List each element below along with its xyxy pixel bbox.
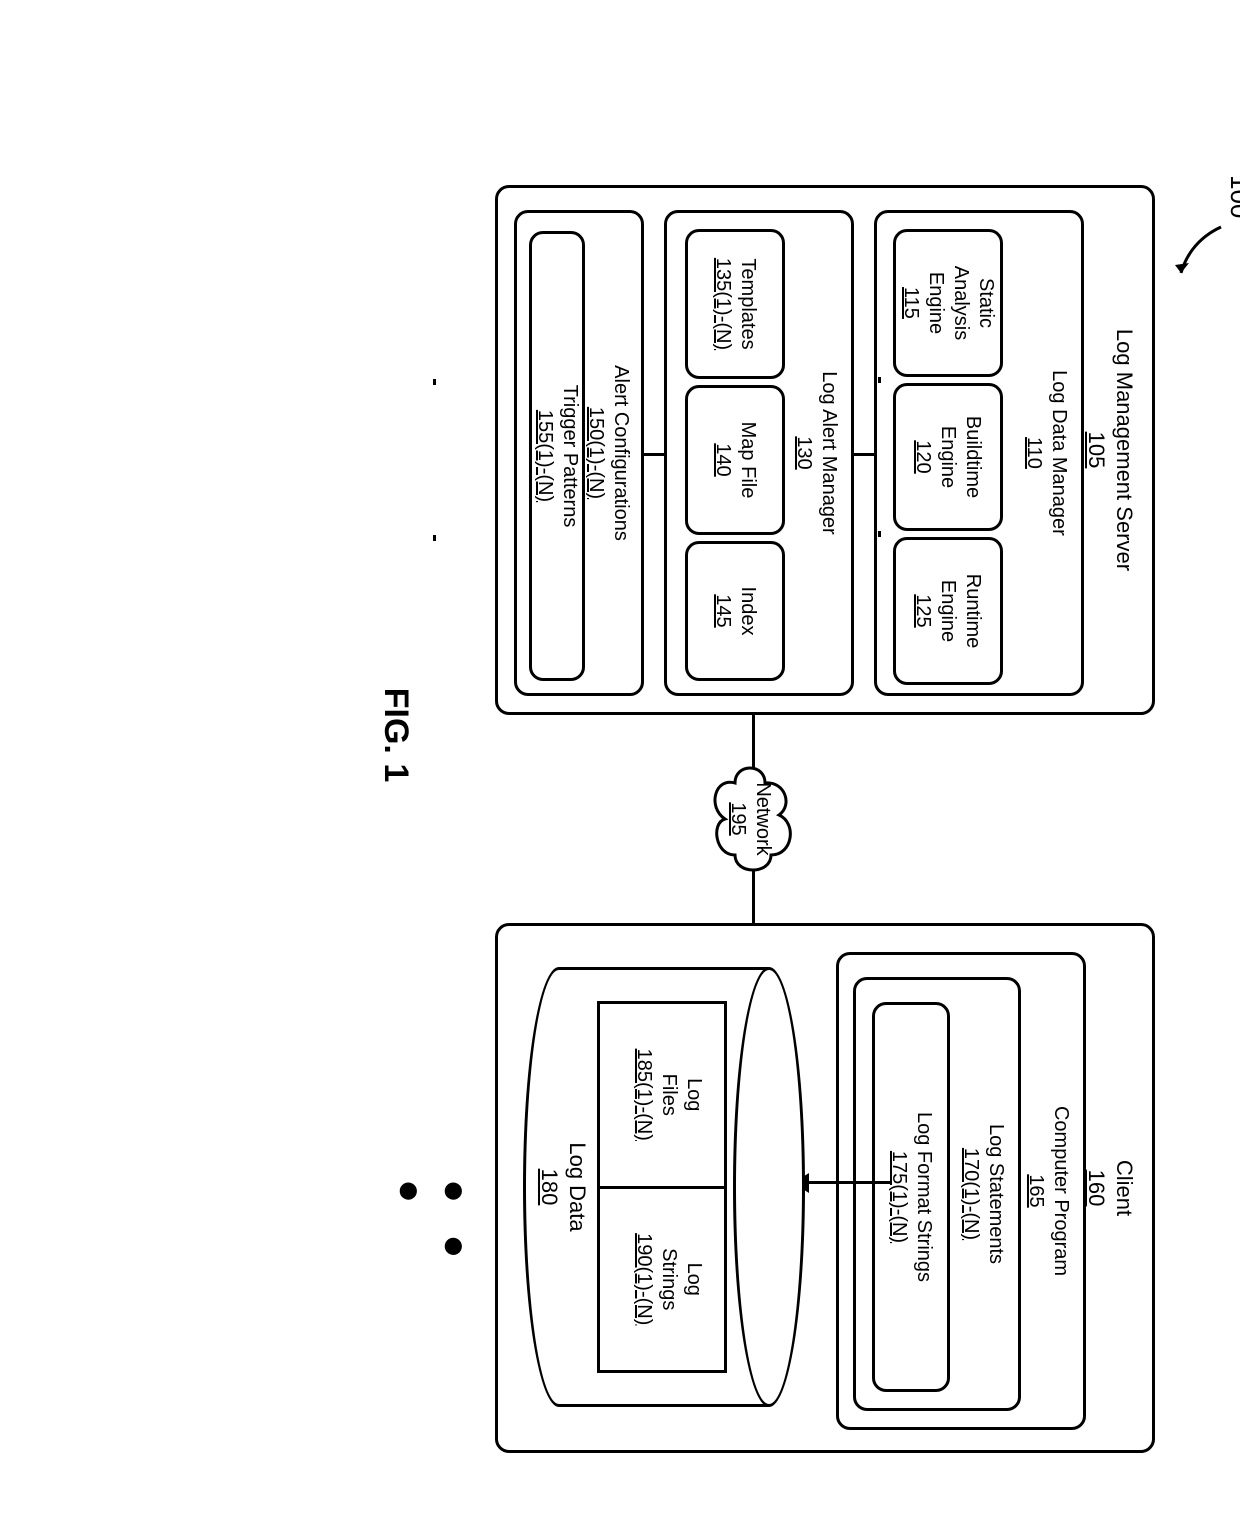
tmpl-ref: 135(1)-(N)	[710, 258, 735, 350]
log-management-server: Log Management Server 105 Log Data Manag…	[495, 185, 1155, 715]
log-alert-manager: Log Alert Manager 130 Templates 135(1)-(…	[664, 210, 854, 696]
connector	[878, 531, 881, 537]
log-data-store: Log Files 185(1)-(N) Log Strings 190(1)-…	[525, 967, 805, 1407]
connector	[433, 379, 436, 385]
diagram-canvas: 100 Log Management Server 105 Log Data M…	[0, 185, 1240, 1285]
log-format-strings: Log Format Strings 175(1)-(N)	[872, 1002, 950, 1392]
lstr-l1: Log	[681, 1189, 706, 1371]
connector	[644, 453, 664, 456]
ls-title: Log Statements	[983, 980, 1008, 1408]
map-file: Map File 140	[685, 385, 785, 535]
lf-ref: 185(1)-(N)	[631, 1004, 656, 1186]
lfs-ref: 175(1)-(N)	[886, 1151, 911, 1243]
network-title: Network	[750, 763, 775, 875]
ls-ref: 170(1)-(N)	[958, 980, 983, 1408]
computer-program: Computer Program 165 Log Statements 170(…	[836, 952, 1086, 1430]
ac-title: Alert Configurations	[608, 213, 633, 693]
ac-ref: 150(1)-(N)	[583, 213, 608, 693]
hook-arrow	[1165, 219, 1225, 279]
tmpl-l1: Templates	[735, 258, 760, 349]
ldm-ref: 110	[1021, 213, 1046, 693]
buildtime-engine: Buildtime Engine 120	[893, 383, 1003, 531]
bte-ref: 120	[911, 440, 936, 473]
runtime-engine: Runtime Engine 125	[893, 537, 1003, 685]
sae-l1: Static	[973, 278, 998, 328]
figure-ref-100: 100	[1224, 175, 1240, 218]
log-files: Log Files 185(1)-(N)	[597, 1001, 727, 1189]
lstr-l2: Strings	[656, 1189, 681, 1371]
log-data-manager: Log Data Manager 110 Static Analysis Eng…	[874, 210, 1084, 696]
lstr-ref: 190(1)-(N)	[631, 1189, 656, 1371]
lam-title: Log Alert Manager	[816, 213, 841, 693]
idx-ref: 145	[710, 594, 735, 627]
mapf-ref: 140	[710, 443, 735, 476]
connector	[854, 453, 874, 456]
mapf-l1: Map File	[735, 422, 760, 499]
static-analysis-engine: Static Analysis Engine 115	[893, 229, 1003, 377]
log-strings: Log Strings 190(1)-(N)	[597, 1189, 727, 1374]
network-ref: 195	[725, 763, 750, 875]
alert-configurations: Alert Configurations 150(1)-(N) Trigger …	[514, 210, 644, 696]
tp-ref: 155(1)-(N)	[532, 410, 557, 502]
cp-ref: 165	[1023, 955, 1048, 1427]
idx-l1: Index	[735, 587, 760, 636]
lfs-l1: Log Format Strings	[911, 1112, 936, 1282]
lf-l2: Files	[656, 1004, 681, 1186]
lam-ref: 130	[791, 213, 816, 693]
connector	[433, 535, 436, 541]
arrow-down-icon	[795, 1181, 891, 1184]
rte-l1: Runtime	[961, 574, 986, 648]
logdata-title: Log Data	[564, 967, 592, 1407]
rte-ref: 125	[911, 594, 936, 627]
server-ref: 105	[1083, 188, 1111, 712]
trigger-patterns: Trigger Patterns 155(1)-(N)	[529, 231, 585, 681]
server-title: Log Management Server	[1111, 188, 1139, 712]
log-statements: Log Statements 170(1)-(N) Log Format Str…	[853, 977, 1021, 1411]
ldm-title: Log Data Manager	[1046, 213, 1071, 693]
figure-caption: FIG. 1	[376, 185, 415, 1285]
rte-l2: Engine	[936, 580, 961, 642]
lf-l1: Log	[681, 1004, 706, 1186]
logdata-ref: 180	[536, 967, 564, 1407]
sae-l3: Engine	[923, 272, 948, 334]
templates: Templates 135(1)-(N)	[685, 229, 785, 379]
client-title: Client	[1111, 926, 1139, 1450]
bte-l2: Engine	[936, 426, 961, 488]
sae-l2: Analysis	[948, 266, 973, 340]
sae-ref: 115	[898, 287, 923, 319]
network-cloud: Network 195	[695, 763, 815, 875]
bte-l1: Buildtime	[961, 416, 986, 498]
client-ref: 160	[1083, 926, 1111, 1450]
index: Index 145	[685, 541, 785, 681]
connector	[878, 377, 881, 383]
cp-title: Computer Program	[1048, 955, 1073, 1427]
tp-l1: Trigger Patterns	[557, 385, 582, 528]
